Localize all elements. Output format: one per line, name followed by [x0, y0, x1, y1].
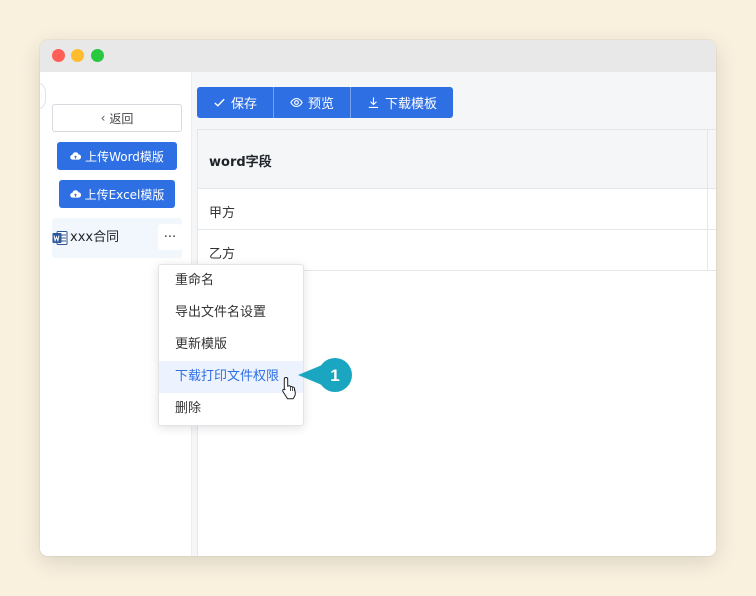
file-context-menu: 重命名 导出文件名设置 更新模版 下载打印文件权限 删除 [158, 264, 304, 426]
cloud-upload-icon [70, 151, 82, 160]
download-template-label: 下载模板 [385, 97, 438, 112]
title-bar [40, 40, 716, 72]
more-options-button[interactable]: ··· [158, 224, 182, 250]
chevron-left-icon: ‹ [100, 111, 106, 125]
toolbar: 保存 预览 下载模板 [197, 87, 454, 118]
menu-item-update-template[interactable]: 更新模版 [159, 329, 303, 361]
upload-excel-template-button[interactable]: 上传Excel模版 [59, 180, 175, 208]
table-cell: 乙方 [209, 247, 236, 262]
preview-label: 预览 [308, 97, 335, 112]
table-header: word字段 [198, 129, 716, 189]
column-divider [707, 129, 708, 271]
minimize-window-button[interactable] [71, 49, 84, 62]
table-cell: 甲方 [209, 206, 236, 221]
download-icon [368, 97, 379, 108]
ellipsis-icon: ··· [163, 229, 177, 245]
file-list-item[interactable]: xxx合同 ··· [52, 218, 182, 258]
menu-item-export-filename-settings[interactable]: 导出文件名设置 [159, 297, 303, 329]
menu-item-rename[interactable]: 重命名 [159, 265, 303, 297]
file-name: xxx合同 [70, 230, 120, 245]
maximize-window-button[interactable] [91, 49, 104, 62]
close-window-button[interactable] [52, 49, 65, 62]
step-number: 1 [330, 366, 339, 385]
save-button[interactable]: 保存 [197, 87, 273, 118]
word-file-icon [52, 231, 68, 245]
table-row[interactable]: 甲方 [198, 189, 716, 230]
check-icon [214, 98, 225, 107]
download-template-button[interactable]: 下载模板 [350, 87, 453, 118]
upload-excel-label: 上传Excel模版 [84, 187, 165, 202]
preview-button[interactable]: 预览 [273, 87, 350, 118]
sidebar-collapse-handle[interactable] [40, 82, 46, 110]
column-header-word-field: word字段 [209, 155, 272, 170]
upload-word-template-button[interactable]: 上传Word模版 [57, 142, 177, 170]
app-window: ‹ 返回 上传Word模版 上传Excel模版 xxx合同 ··· 保存 预览 … [40, 40, 716, 556]
cloud-upload-icon [69, 189, 81, 198]
eye-icon [290, 97, 303, 108]
upload-word-label: 上传Word模版 [85, 149, 164, 164]
step-callout: 1 [298, 358, 352, 392]
hand-cursor-icon [282, 376, 296, 400]
back-label: 返回 [109, 111, 134, 126]
back-button[interactable]: ‹ 返回 [52, 104, 182, 132]
save-label: 保存 [231, 97, 258, 112]
